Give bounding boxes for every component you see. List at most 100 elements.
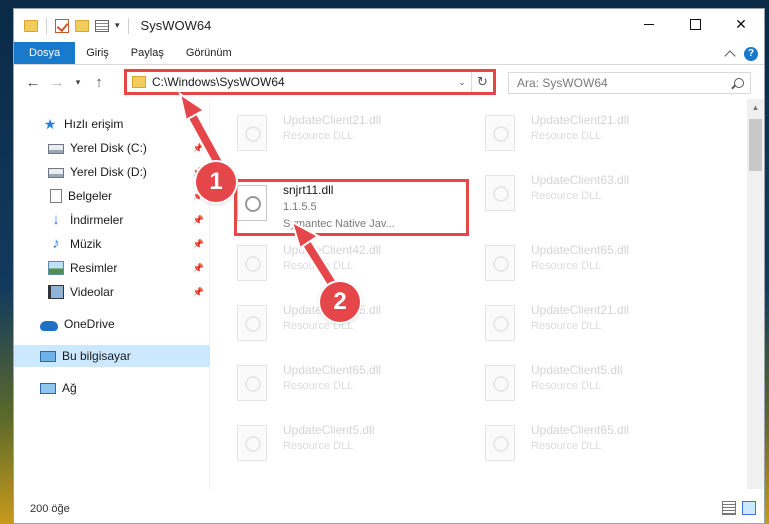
sidebar-item-label: Müzik bbox=[70, 237, 102, 251]
details-view-icon[interactable] bbox=[722, 501, 736, 515]
address-row: ← → ▾ ↑ C:\Windows\SysWOW64 ⌄ ↻ Ara: Sys… bbox=[14, 65, 764, 99]
sidebar-item-drive-d[interactable]: Yerel Disk (D:) 📌 bbox=[14, 161, 210, 183]
file-item[interactable]: UpdateClient5.dll Resource DLL bbox=[459, 357, 699, 413]
sidebar-item-videos[interactable]: Videolar 📌 bbox=[14, 281, 210, 303]
expand-ribbon-icon[interactable] bbox=[724, 50, 736, 62]
scroll-up-icon[interactable]: ▲ bbox=[747, 99, 764, 116]
sidebar-item-music[interactable]: ♪ Müzik 📌 bbox=[14, 233, 210, 255]
navigation-pane: ★ Hızlı erişim Yerel Disk (C:) 📌 Yerel D… bbox=[14, 99, 210, 489]
file-description: Resource DLL bbox=[283, 130, 354, 142]
view-buttons bbox=[722, 501, 756, 515]
up-button[interactable]: ↑ bbox=[88, 71, 110, 93]
sidebar-item-pictures[interactable]: Resimler 📌 bbox=[14, 257, 210, 279]
file-name: UpdateClient21.dll bbox=[283, 113, 382, 127]
new-folder-icon[interactable] bbox=[75, 19, 89, 32]
tab-file[interactable]: Dosya bbox=[14, 42, 76, 64]
step-badge-2: 2 bbox=[320, 282, 360, 322]
sidebar-item-label: Yerel Disk (D:) bbox=[70, 165, 147, 179]
sidebar-item-label: Bu bilgisayar bbox=[62, 349, 131, 363]
tab-home[interactable]: Giriş bbox=[75, 42, 120, 64]
toolbar-divider bbox=[127, 17, 129, 34]
pictures-icon bbox=[48, 261, 64, 275]
sidebar-item-label: İndirmeler bbox=[70, 213, 124, 227]
sidebar-item-drive-c[interactable]: Yerel Disk (C:) 📌 bbox=[14, 137, 210, 159]
recent-locations-button[interactable]: ▾ bbox=[70, 71, 86, 93]
tiles-view-icon[interactable] bbox=[742, 501, 756, 515]
dll-file-icon bbox=[237, 245, 267, 281]
pin-icon[interactable]: 📌 bbox=[193, 143, 204, 154]
search-box[interactable]: Ara: SysWOW64 bbox=[508, 72, 751, 94]
address-path[interactable]: C:\Windows\SysWOW64 bbox=[152, 75, 453, 89]
star-icon: ★ bbox=[43, 116, 57, 132]
cloud-icon bbox=[40, 320, 58, 331]
file-item[interactable]: UpdateClient65.dll Resource DLL bbox=[211, 357, 451, 413]
search-icon[interactable] bbox=[734, 78, 744, 88]
forward-button[interactable]: → bbox=[46, 71, 68, 93]
properties-icon[interactable] bbox=[95, 19, 109, 32]
network-icon bbox=[40, 382, 56, 394]
file-description: Resource DLL bbox=[531, 440, 602, 452]
sidebar-item-label: Belgeler bbox=[68, 189, 113, 203]
pin-icon[interactable]: 📌 bbox=[193, 263, 204, 274]
file-item[interactable]: UpdateClient21.dll Resource DLL bbox=[459, 107, 699, 163]
file-name: UpdateClient63.dll bbox=[531, 173, 630, 187]
sidebar-item-label: Ağ bbox=[62, 381, 77, 395]
folder-icon bbox=[24, 19, 38, 32]
dll-file-icon bbox=[485, 305, 515, 341]
status-bar: 200 öğe bbox=[14, 495, 764, 523]
file-name: UpdateClient21.dll bbox=[531, 303, 630, 317]
file-description: Resource DLL bbox=[531, 320, 602, 332]
file-item[interactable]: UpdateClient65.dll Resource DLL bbox=[459, 237, 699, 293]
sidebar-item-label: OneDrive bbox=[64, 317, 115, 331]
file-item[interactable]: UpdateClient21.dll Resource DLL bbox=[211, 107, 451, 163]
file-description: Resource DLL bbox=[531, 130, 602, 142]
vertical-scrollbar[interactable]: ▲ bbox=[747, 99, 764, 489]
maximize-button[interactable] bbox=[672, 9, 718, 39]
dll-file-icon bbox=[485, 365, 515, 401]
sidebar-item-label: Hızlı erişim bbox=[64, 117, 124, 131]
pin-icon[interactable]: 📌 bbox=[193, 239, 204, 250]
file-name: UpdateClient42.dll bbox=[283, 243, 382, 257]
address-dropdown-button[interactable]: ⌄ bbox=[453, 77, 471, 88]
pin-icon[interactable]: 📌 bbox=[193, 215, 204, 226]
sidebar-item-onedrive[interactable]: OneDrive bbox=[14, 313, 210, 335]
minimize-button[interactable] bbox=[626, 9, 672, 39]
sidebar-item-downloads[interactable]: ↓ İndirmeler 📌 bbox=[14, 209, 210, 231]
dll-file-icon bbox=[237, 425, 267, 461]
sidebar-item-documents[interactable]: Belgeler 📌 bbox=[14, 185, 210, 207]
refresh-button[interactable]: ↻ bbox=[471, 72, 493, 92]
file-item[interactable]: UpdateClient21.dll Resource DLL bbox=[459, 297, 699, 353]
window-title: SysWOW64 bbox=[140, 18, 212, 33]
file-item[interactable]: UpdateClient63.dll Resource DLL bbox=[459, 167, 699, 223]
title-bar: ▾ SysWOW64 ✕ bbox=[14, 9, 764, 42]
tab-share[interactable]: Paylaş bbox=[120, 42, 175, 64]
sidebar-item-label: Videolar bbox=[70, 285, 114, 299]
folder-icon bbox=[132, 76, 146, 88]
help-icon[interactable]: ? bbox=[744, 46, 758, 61]
file-item[interactable]: UpdateClient65.dll Resource DLL bbox=[459, 417, 699, 473]
navigation-buttons: ← → ▾ ↑ bbox=[14, 71, 110, 93]
toolbar-divider bbox=[46, 17, 47, 34]
file-name: UpdateClient65.dll bbox=[531, 423, 630, 437]
close-button[interactable]: ✕ bbox=[718, 9, 764, 39]
customize-toolbar-icon[interactable]: ▾ bbox=[115, 20, 120, 31]
pin-icon[interactable]: 📌 bbox=[193, 287, 204, 298]
dll-file-icon bbox=[485, 425, 515, 461]
sidebar-item-label: Yerel Disk (C:) bbox=[70, 141, 147, 155]
tab-view[interactable]: Görünüm bbox=[175, 42, 243, 64]
sidebar-item-quick-access[interactable]: ★ Hızlı erişim bbox=[14, 113, 210, 135]
search-input[interactable]: Ara: SysWOW64 bbox=[517, 76, 734, 90]
dll-file-icon bbox=[485, 115, 515, 151]
scroll-thumb[interactable] bbox=[749, 119, 762, 171]
file-name: UpdateClient65.dll bbox=[283, 363, 382, 377]
ribbon-right-controls: ? bbox=[724, 42, 758, 65]
back-button[interactable]: ← bbox=[22, 71, 44, 93]
sidebar-item-this-pc[interactable]: Bu bilgisayar bbox=[14, 345, 210, 367]
file-description: Resource DLL bbox=[531, 380, 602, 392]
checkmark-icon[interactable] bbox=[55, 18, 69, 33]
file-description: Resource DLL bbox=[283, 260, 354, 272]
file-item[interactable]: UpdateClient5.dll Resource DLL bbox=[211, 417, 451, 473]
address-bar[interactable]: C:\Windows\SysWOW64 ⌄ ↻ bbox=[124, 69, 496, 95]
file-description: Resource DLL bbox=[283, 380, 354, 392]
sidebar-item-network[interactable]: Ağ bbox=[14, 377, 210, 399]
